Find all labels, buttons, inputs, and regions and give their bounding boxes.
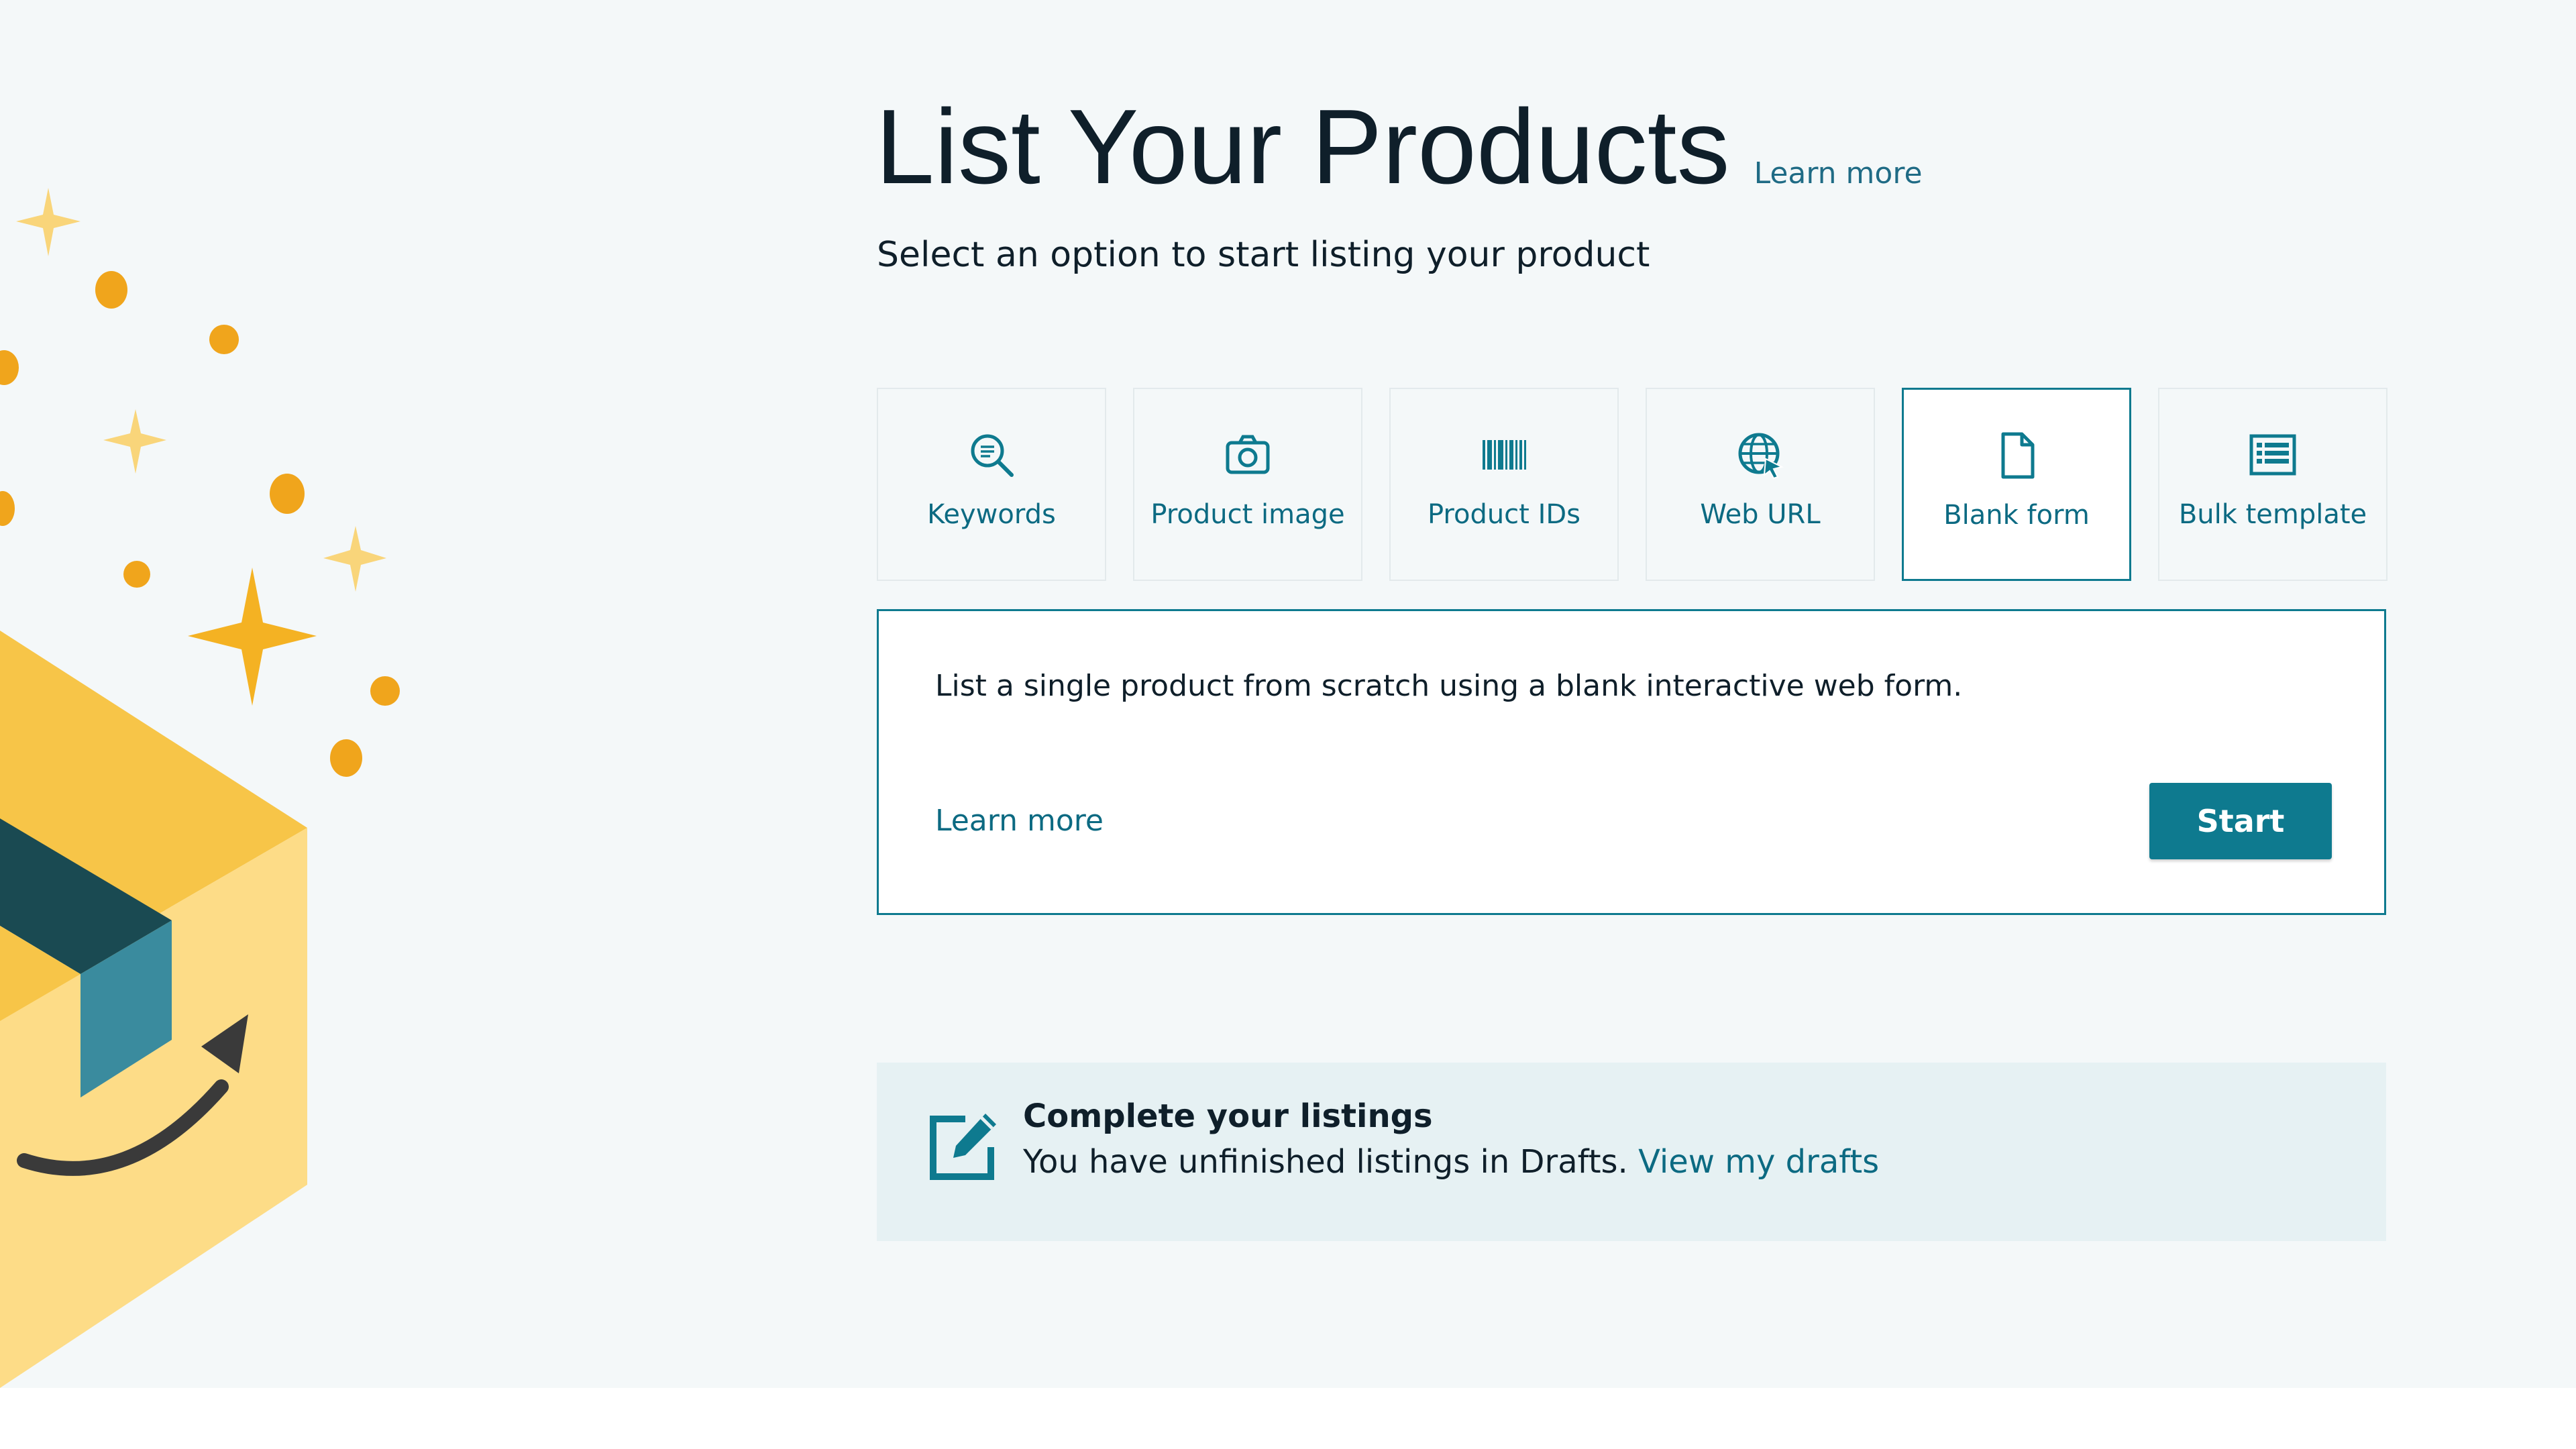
option-description: List a single product from scratch using… — [935, 669, 1963, 703]
option-label: Web URL — [1700, 499, 1821, 530]
barcode-icon — [1479, 429, 1529, 480]
detail-learn-more-link[interactable]: Learn more — [935, 804, 1104, 838]
title-row: List Your Products Learn more — [875, 94, 1923, 200]
option-product-ids[interactable]: Product IDs — [1389, 388, 1619, 581]
option-product-image[interactable]: Product image — [1133, 388, 1362, 581]
option-keywords[interactable]: Keywords — [877, 388, 1106, 581]
blank-document-icon — [1991, 430, 2042, 481]
start-button[interactable]: Start — [2149, 783, 2332, 859]
magnifier-search-icon — [966, 429, 1017, 480]
page-subtitle: Select an option to start listing your p… — [877, 235, 1650, 275]
option-label: Blank form — [1943, 500, 2090, 531]
spreadsheet-template-icon — [2247, 429, 2298, 480]
globe-cursor-icon — [1735, 429, 1786, 480]
option-web-url[interactable]: Web URL — [1646, 388, 1875, 581]
option-label: Product IDs — [1427, 499, 1581, 530]
edit-note-icon — [924, 1108, 1002, 1186]
option-label: Bulk template — [2178, 499, 2367, 530]
option-label: Product image — [1150, 499, 1345, 530]
box-illustration — [0, 0, 429, 1388]
option-bulk-template[interactable]: Bulk template — [2158, 388, 2387, 581]
page-title: List Your Products — [875, 88, 1730, 206]
option-detail-panel: List a single product from scratch using… — [877, 609, 2386, 915]
box-sparkles-illustration-icon — [0, 188, 400, 1388]
view-drafts-link[interactable]: View my drafts — [1638, 1143, 1879, 1181]
drafts-title: Complete your listings — [1023, 1097, 1433, 1135]
title-learn-more-link[interactable]: Learn more — [1754, 156, 1923, 191]
camera-icon — [1222, 429, 1273, 480]
drafts-message-text: You have unfinished listings in Drafts. — [1023, 1143, 1628, 1181]
page: List Your Products Learn more Select an … — [0, 0, 2576, 1388]
listing-options: Keywords Product image Product IDs Web U… — [877, 388, 2387, 581]
drafts-message: You have unfinished listings in Drafts. … — [1023, 1143, 1879, 1181]
option-blank-form[interactable]: Blank form — [1902, 388, 2131, 581]
option-label: Keywords — [927, 499, 1056, 530]
drafts-banner: Complete your listings You have unfinish… — [877, 1063, 2386, 1241]
